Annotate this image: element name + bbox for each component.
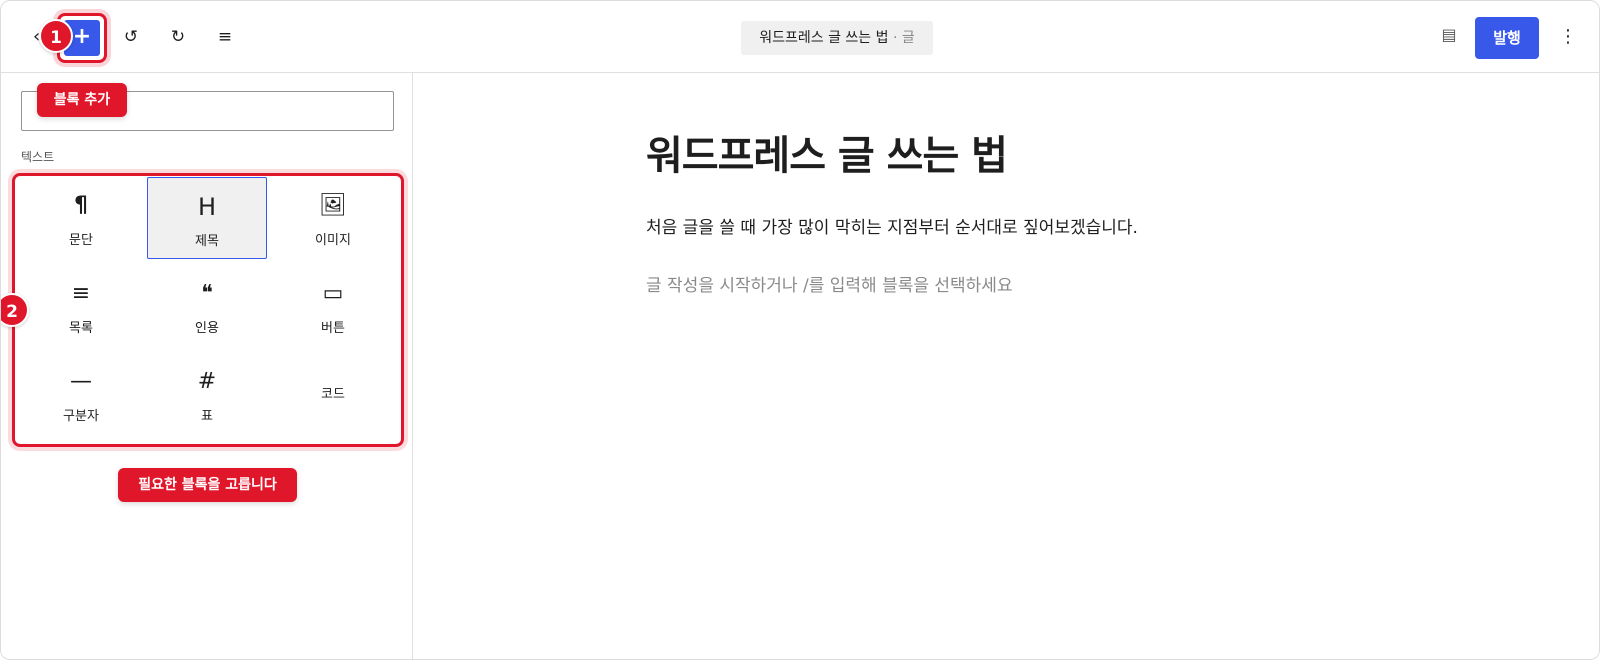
- block-table[interactable]: # 표: [147, 353, 267, 435]
- block-image[interactable]: 🖼 이미지: [273, 177, 393, 259]
- block-label: 구분자: [63, 409, 99, 424]
- block-button[interactable]: ▭ 버튼: [273, 265, 393, 347]
- document-title-bar[interactable]: 워드프레스 글 쓰는 법 · 글: [741, 21, 933, 55]
- quote-icon: ❝: [201, 281, 213, 306]
- callout-label-2: 필요한 블록을 고릅니다: [118, 468, 297, 502]
- paragraph-block[interactable]: 처음 글을 쓸 때 가장 많이 막히는 지점부터 순서대로 짚어보겠습니다.: [646, 213, 1138, 238]
- block-label: 제목: [195, 234, 219, 249]
- block-heading[interactable]: H 제목: [147, 177, 267, 259]
- publish-button[interactable]: 발행: [1475, 17, 1539, 59]
- list-icon: ≡: [71, 281, 91, 306]
- settings-sidebar-icon[interactable]: ▤: [1439, 25, 1459, 45]
- block-code[interactable]: 코드: [273, 353, 393, 435]
- block-separator[interactable]: — 구분자: [21, 353, 141, 435]
- post-title[interactable]: 워드프레스 글 쓰는 법: [646, 123, 1008, 181]
- document-title-separator: ·: [888, 30, 902, 46]
- block-inserter-panel: 텍스트 ¶ 문단 H 제목 🖼 이미지 ≡ 목록 ❝ 인용 ▭ 버튼 — 구분자: [1, 73, 413, 659]
- block-label: 문단: [69, 233, 93, 248]
- editor-canvas[interactable]: 워드프레스 글 쓰는 법 처음 글을 쓸 때 가장 많이 막히는 지점부터 순서…: [414, 73, 1599, 659]
- block-quote[interactable]: ❝ 인용: [147, 265, 267, 347]
- block-label: 코드: [321, 387, 345, 402]
- redo-icon[interactable]: ↻: [166, 25, 190, 49]
- image-icon: 🖼: [319, 193, 347, 218]
- callout-label-1: 블록 추가: [37, 83, 127, 117]
- heading-icon: H: [197, 193, 217, 221]
- more-options-icon[interactable]: ⋮: [1559, 25, 1577, 49]
- block-list[interactable]: ≡ 목록: [21, 265, 141, 347]
- block-paragraph[interactable]: ¶ 문단: [21, 177, 141, 259]
- paragraph-icon: ¶: [74, 193, 88, 218]
- table-icon: #: [197, 369, 217, 394]
- document-title: 워드프레스 글 쓰는 법: [759, 30, 889, 46]
- undo-icon[interactable]: ↺: [119, 25, 143, 49]
- block-placeholder[interactable]: 글 작성을 시작하거나 /를 입력해 블록을 선택하세요: [646, 271, 1013, 296]
- block-label: 목록: [69, 321, 93, 336]
- document-overview-icon[interactable]: ≡: [213, 25, 237, 49]
- editor-window: ‹ + ↺ ↻ ≡ 워드프레스 글 쓰는 법 · 글 ▤ 발행 ⋮ 텍스트 ¶ …: [0, 0, 1600, 660]
- document-type: 글: [901, 30, 915, 46]
- top-toolbar: ‹ + ↺ ↻ ≡ 워드프레스 글 쓰는 법 · 글 ▤ 발행 ⋮: [1, 1, 1599, 73]
- callout-number-1: 1: [39, 19, 73, 53]
- category-heading: 텍스트: [21, 150, 55, 164]
- separator-icon: —: [70, 369, 92, 394]
- button-icon: ▭: [322, 281, 344, 306]
- block-label: 인용: [195, 321, 219, 336]
- block-label: 버튼: [321, 321, 345, 336]
- block-label: 이미지: [315, 233, 351, 248]
- block-label: 표: [201, 409, 213, 424]
